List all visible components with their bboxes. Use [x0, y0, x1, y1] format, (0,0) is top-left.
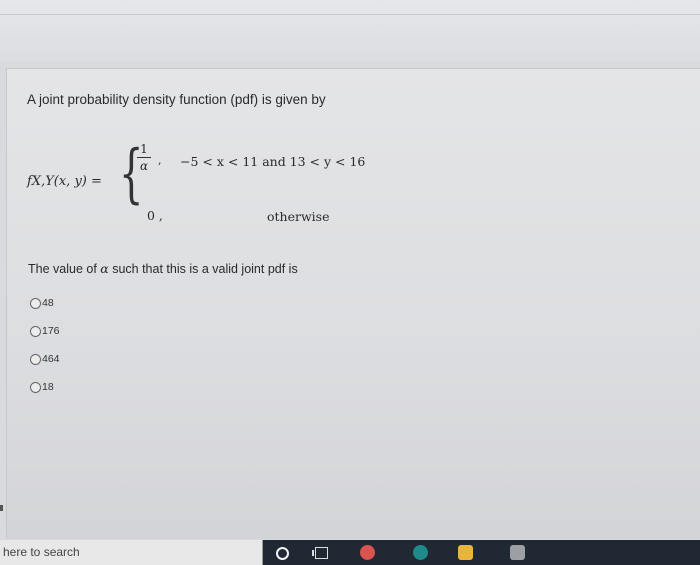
radio-button[interactable]	[30, 297, 41, 309]
option-label: 48	[42, 297, 54, 309]
taskbar: here to search	[0, 540, 700, 565]
store-icon[interactable]	[510, 545, 525, 560]
prompt-pre: The value of	[28, 262, 101, 276]
answer-option[interactable]: 18	[30, 373, 60, 401]
window-edge-mark	[0, 505, 3, 511]
case2-value: 0 ,	[147, 208, 163, 223]
option-label: 176	[42, 325, 60, 337]
prompt-alpha: α	[100, 261, 109, 276]
browser-top-band	[0, 0, 700, 62]
answer-option[interactable]: 464	[30, 345, 60, 373]
task-view-icon[interactable]	[312, 547, 328, 559]
edge-icon[interactable]	[413, 545, 428, 560]
pdf-formula: fX,Y(x, y) = { 1 α , −5 < x < 11 and 13 …	[27, 134, 447, 229]
question-intro: A joint probability density function (pd…	[27, 92, 326, 107]
fraction-bar	[137, 157, 151, 158]
fraction-numerator: 1	[140, 142, 148, 156]
radio-button[interactable]	[30, 353, 41, 365]
question-prompt: The value of α such that this is a valid…	[28, 261, 298, 276]
question-card: A joint probability density function (pd…	[6, 68, 700, 539]
option-label: 18	[42, 381, 54, 393]
radio-button[interactable]	[30, 381, 41, 393]
answer-options: 48 176 464 18	[30, 289, 60, 401]
file-explorer-icon[interactable]	[458, 545, 473, 560]
fraction-denominator: α	[139, 159, 149, 173]
case2-condition: otherwise	[267, 209, 330, 224]
answer-option[interactable]: 48	[30, 289, 60, 317]
chrome-icon[interactable]	[360, 545, 375, 560]
case1-condition: −5 < x < 11 and 13 < y < 16	[180, 154, 366, 169]
formula-lhs: fX,Y(x, y) =	[27, 174, 102, 189]
radio-button[interactable]	[30, 325, 41, 337]
answer-option[interactable]: 176	[30, 317, 60, 345]
case1-comma: ,	[158, 154, 162, 167]
cortana-icon[interactable]	[276, 547, 289, 560]
case1-fraction: 1 α	[137, 142, 151, 173]
prompt-post: such that this is a valid joint pdf is	[108, 262, 298, 276]
top-divider	[0, 14, 700, 15]
option-label: 464	[42, 353, 60, 365]
taskbar-search-box[interactable]: here to search	[0, 540, 263, 565]
search-placeholder: here to search	[3, 545, 80, 559]
